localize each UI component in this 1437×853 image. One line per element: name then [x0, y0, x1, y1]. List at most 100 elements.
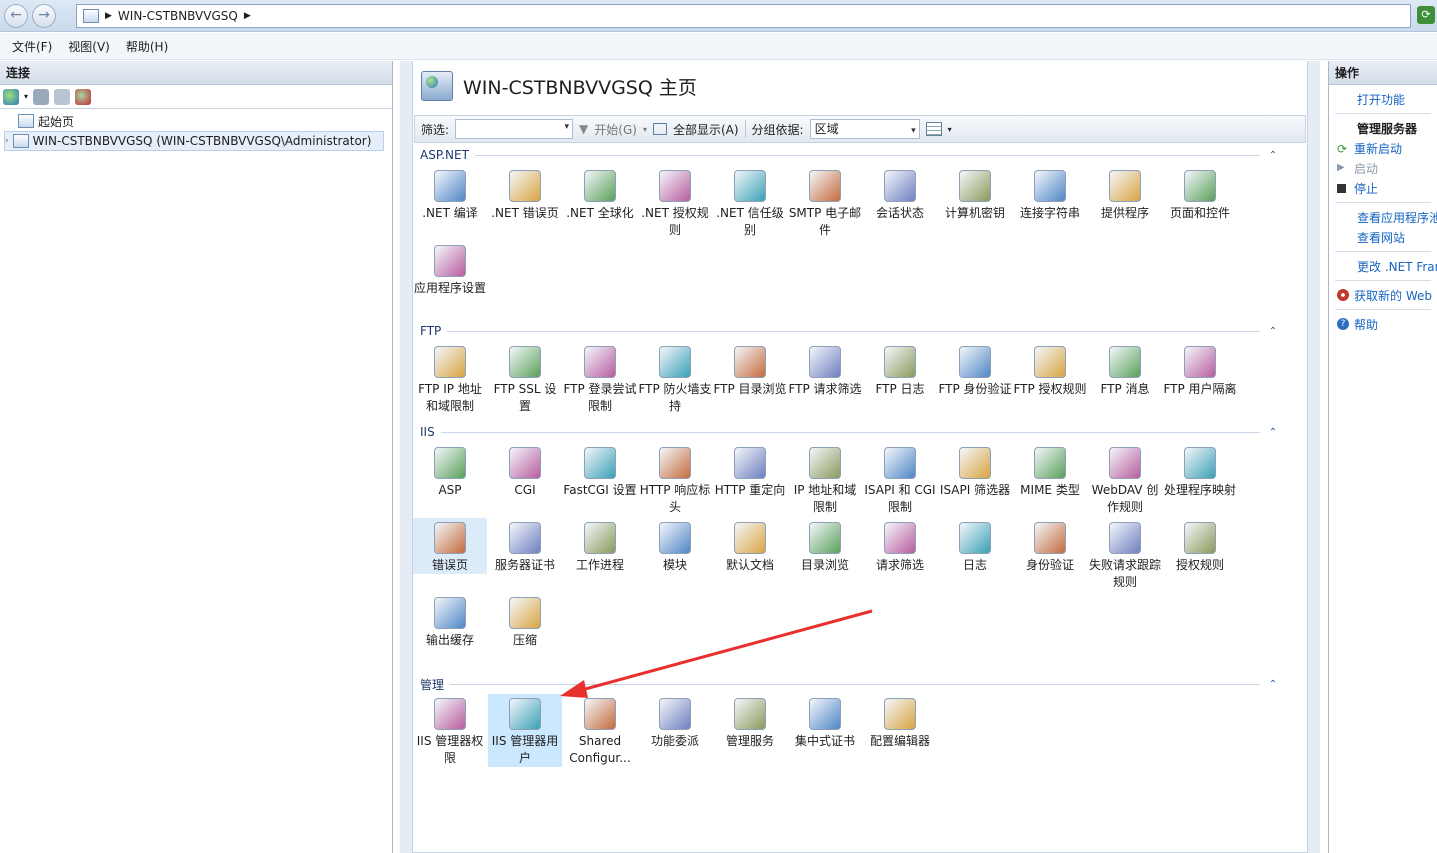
group-by-select[interactable]: 区域	[809, 119, 920, 140]
feature-item[interactable]: 错误页	[413, 518, 487, 574]
feature-item[interactable]: FTP IP 地址和域限制	[413, 342, 487, 415]
feature-item[interactable]: 默认文档	[713, 518, 787, 574]
feature-label: HTTP 响应标头	[639, 483, 711, 514]
feature-item[interactable]: FTP 目录浏览	[713, 342, 787, 398]
feature-item[interactable]: CGI	[488, 443, 562, 499]
collapse-icon[interactable]: ⌃	[1266, 150, 1280, 161]
feature-item[interactable]: FTP 身份验证	[938, 342, 1012, 398]
action-get-web[interactable]: 获取新的 Web	[1329, 285, 1437, 305]
feature-item[interactable]: FTP 用户隔离	[1163, 342, 1237, 398]
feature-item[interactable]: 失败请求跟踪规则	[1088, 518, 1162, 591]
collapse-icon[interactable]: ⌃	[1266, 427, 1280, 438]
feature-item[interactable]: FTP 防火墙支持	[638, 342, 712, 415]
feature-item[interactable]: FastCGI 设置	[563, 443, 637, 499]
feature-item[interactable]: ISAPI 和 CGI 限制	[863, 443, 937, 516]
back-button[interactable]: ←	[4, 4, 28, 28]
feature-label: 功能委派	[650, 734, 699, 748]
feature-item[interactable]: ISAPI 筛选器	[938, 443, 1012, 499]
group-header[interactable]: FTP ⌃	[420, 324, 1280, 338]
feature-item[interactable]: SMTP 电子邮件	[788, 166, 862, 239]
feature-item[interactable]: IIS 管理器用户	[488, 694, 562, 767]
feature-item[interactable]: 目录浏览	[788, 518, 862, 574]
show-all-button[interactable]: 全部显示(A)	[673, 121, 739, 138]
dropdown-arrow-icon[interactable]: ▾	[948, 125, 952, 134]
feature-item[interactable]: ASP	[413, 443, 487, 499]
feature-item[interactable]: Shared Configur...	[563, 694, 637, 767]
feature-item[interactable]: 应用程序设置	[413, 241, 487, 297]
feature-item[interactable]: .NET 授权规则	[638, 166, 712, 239]
feature-item[interactable]: IP 地址和域限制	[788, 443, 862, 516]
feature-item[interactable]: 请求筛选	[863, 518, 937, 574]
feature-item[interactable]: FTP 登录尝试限制	[563, 342, 637, 415]
chevron-right-icon[interactable]: ›	[5, 136, 9, 146]
disconnect-icon[interactable]	[75, 88, 92, 105]
feature-item[interactable]: 连接字符串	[1013, 166, 1087, 222]
feature-item[interactable]: 页面和控件	[1163, 166, 1237, 222]
feature-item[interactable]: 输出缓存	[413, 593, 487, 649]
dropdown-arrow-icon[interactable]: ▾	[643, 125, 647, 134]
feature-item[interactable]: 计算机密钥	[938, 166, 1012, 222]
forward-button[interactable]: →	[32, 4, 56, 28]
action-start[interactable]: ▶ 启动	[1329, 158, 1437, 178]
group-header[interactable]: IIS ⌃	[420, 425, 1280, 439]
feature-item[interactable]: 服务器证书	[488, 518, 562, 574]
connect-globe-icon[interactable]	[3, 88, 19, 105]
menu-view[interactable]: 视图(V)	[60, 38, 118, 55]
tree-item-server[interactable]: › WIN-CSTBNBVVGSQ (WIN-CSTBNBVVGSQ\Admin…	[4, 131, 384, 151]
action-help[interactable]: ? 帮助	[1329, 314, 1437, 334]
feature-item[interactable]: HTTP 重定向	[713, 443, 787, 499]
feature-item[interactable]: 授权规则	[1163, 518, 1237, 574]
tree-item-start-page[interactable]: 起始页	[4, 111, 392, 131]
feature-item[interactable]: 集中式证书	[788, 694, 862, 750]
feature-item[interactable]: 管理服务	[713, 694, 787, 750]
filter-input[interactable]	[455, 119, 574, 139]
feature-item[interactable]: 处理程序映射	[1163, 443, 1237, 499]
feature-item[interactable]: MIME 类型	[1013, 443, 1087, 499]
feature-item[interactable]: WebDAV 创作规则	[1088, 443, 1162, 516]
feature-label: 提供程序	[1100, 206, 1149, 220]
action-restart[interactable]: ⟳ 重新启动	[1329, 138, 1437, 158]
feature-item[interactable]: .NET 全球化	[563, 166, 637, 222]
feature-item[interactable]: 提供程序	[1088, 166, 1162, 222]
feature-item[interactable]: HTTP 响应标头	[638, 443, 712, 516]
start-filter-button[interactable]: 开始(G)	[594, 121, 637, 138]
feature-item[interactable]: FTP 消息	[1088, 342, 1162, 398]
feature-item[interactable]: 会话状态	[863, 166, 937, 222]
feature-item[interactable]: 配置编辑器	[863, 694, 937, 750]
feature-item[interactable]: 日志	[938, 518, 1012, 574]
dropdown-arrow-icon[interactable]: ▾	[24, 92, 28, 101]
action-change-net[interactable]: 更改 .NET Fran	[1329, 256, 1437, 276]
address-field[interactable]: ▶ WIN-CSTBNBVVGSQ ▶	[76, 4, 1411, 28]
view-mode-icon[interactable]	[925, 122, 942, 136]
menu-help[interactable]: 帮助(H)	[118, 38, 176, 55]
feature-item[interactable]: 身份验证	[1013, 518, 1087, 574]
feature-item[interactable]: 工作进程	[563, 518, 637, 574]
feature-item[interactable]: FTP SSL 设置	[488, 342, 562, 415]
refresh-button[interactable]: ⟳	[1417, 6, 1435, 24]
feature-item[interactable]: FTP 日志	[863, 342, 937, 398]
group-header[interactable]: ASP.NET ⌃	[420, 148, 1280, 162]
feature-item[interactable]: FTP 授权规则	[1013, 342, 1087, 398]
action-view-sites[interactable]: 查看网站	[1329, 227, 1437, 247]
restart-icon: ⟳	[1337, 142, 1348, 156]
collapse-icon[interactable]: ⌃	[1266, 679, 1280, 690]
action-stop[interactable]: 停止	[1329, 178, 1437, 198]
feature-item[interactable]: 模块	[638, 518, 712, 574]
group-header[interactable]: 管理 ⌃	[420, 676, 1280, 693]
feature-item[interactable]: 功能委派	[638, 694, 712, 750]
feature-item[interactable]: .NET 编译	[413, 166, 487, 222]
feature-item[interactable]: FTP 请求筛选	[788, 342, 862, 398]
feature-icon	[659, 346, 691, 378]
feature-item[interactable]: IIS 管理器权限	[413, 694, 487, 767]
feature-item[interactable]: .NET 错误页	[488, 166, 562, 222]
menu-file[interactable]: 文件(F)	[4, 38, 60, 55]
connections-title: 连接	[0, 61, 392, 85]
feature-item[interactable]: .NET 信任级别	[713, 166, 787, 239]
collapse-icon[interactable]: ⌃	[1266, 326, 1280, 337]
save-icon[interactable]	[33, 88, 50, 105]
up-folder-icon[interactable]	[54, 88, 71, 105]
feature-item[interactable]: 压缩	[488, 593, 562, 649]
action-open-feature[interactable]: 打开功能	[1329, 89, 1437, 109]
action-view-app-pools[interactable]: 查看应用程序池	[1329, 207, 1437, 227]
feature-icon	[959, 522, 991, 554]
